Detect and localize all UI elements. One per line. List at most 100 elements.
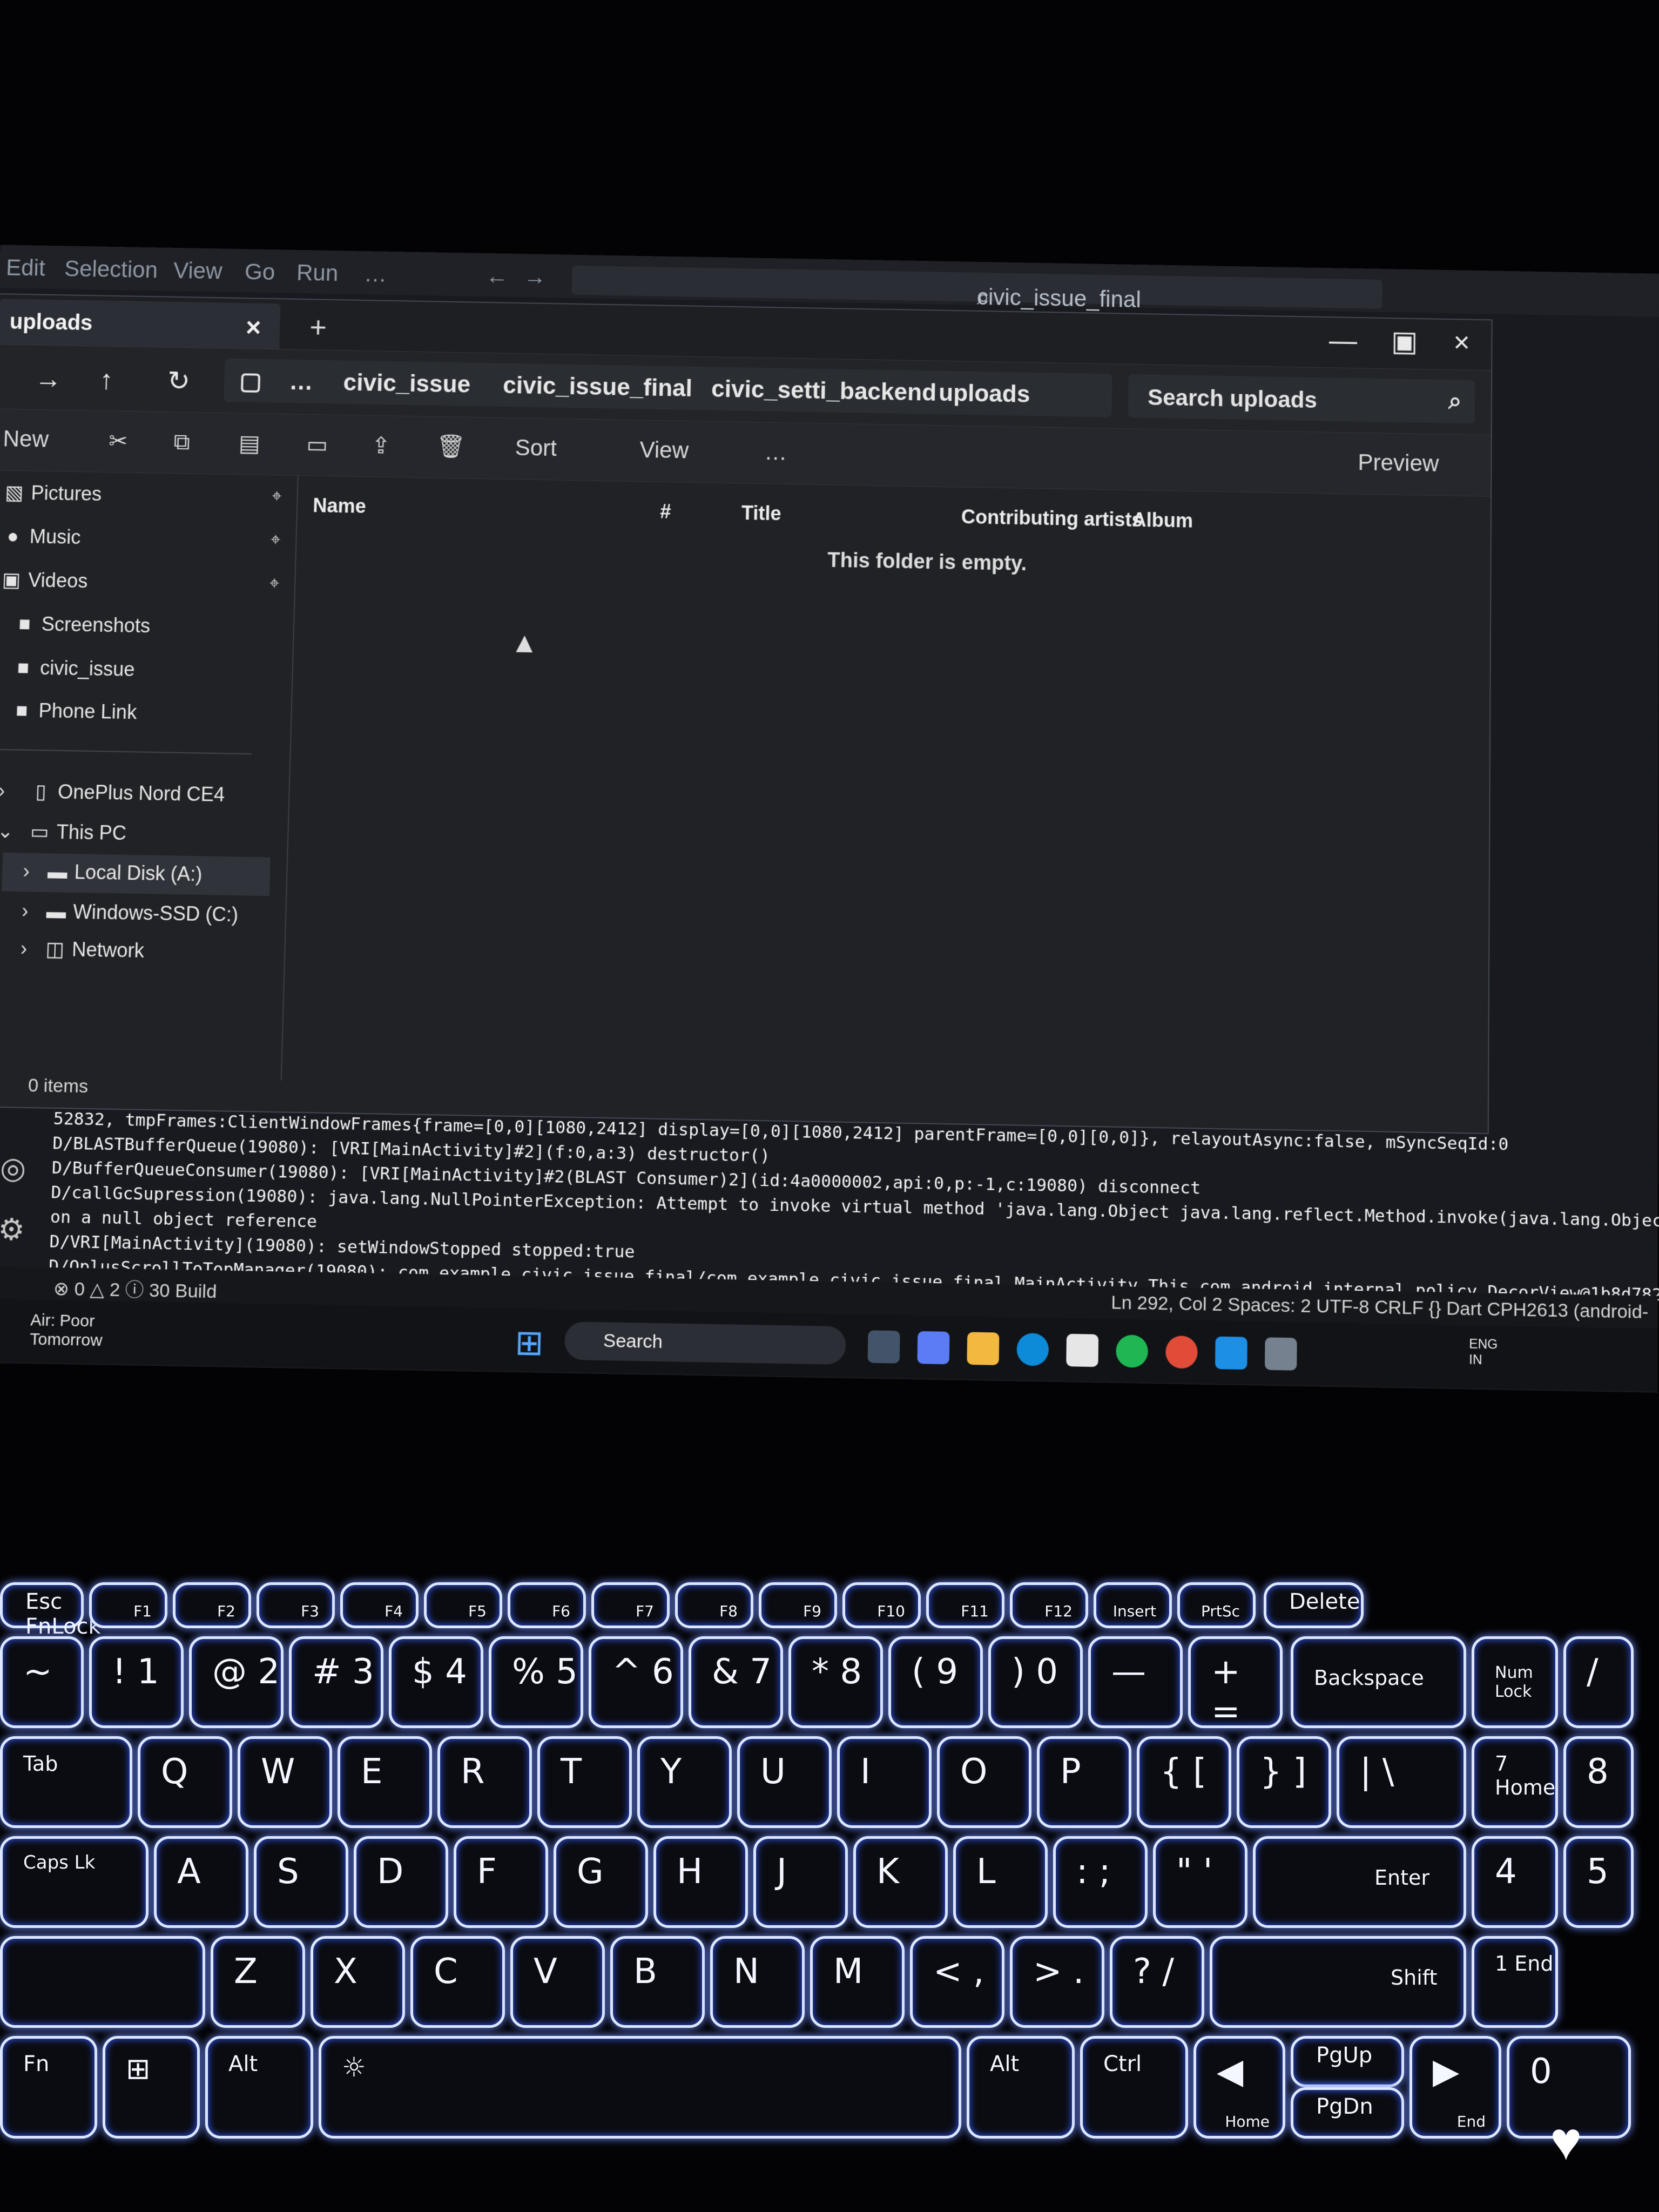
key-num-8[interactable]: 8 xyxy=(1563,1736,1634,1828)
task-view-icon[interactable] xyxy=(867,1330,900,1364)
key-left-arrow[interactable]: ◀ Home xyxy=(1193,2036,1285,2139)
key-divide[interactable]: / xyxy=(1563,1636,1634,1728)
sidebar-item-network[interactable]: ◫ Network xyxy=(43,938,145,970)
key-left-shift[interactable] xyxy=(0,1936,205,2028)
key-f3[interactable]: F3 xyxy=(257,1582,335,1628)
sidebar-item-this-pc[interactable]: ▭ This PC xyxy=(28,820,127,852)
windows-start-icon[interactable]: ⊞ xyxy=(515,1321,544,1363)
column-contributing-artists[interactable]: Contributing artists xyxy=(961,505,1143,531)
key-windows[interactable]: ⊞ xyxy=(103,2036,200,2139)
key-9[interactable]: ( 9 xyxy=(888,1636,983,1728)
menu-more[interactable]: … xyxy=(364,261,387,287)
key-num-1[interactable]: 1 End xyxy=(1472,1936,1558,2028)
key-l[interactable]: L xyxy=(953,1836,1048,1928)
key-v[interactable]: V xyxy=(510,1936,605,2028)
key-h[interactable]: H xyxy=(653,1836,748,1928)
maximize-icon[interactable]: ▣ xyxy=(1391,325,1418,358)
sort-button[interactable]: Sort xyxy=(515,435,557,462)
key-f9[interactable]: F9 xyxy=(759,1582,837,1628)
key-j[interactable]: J xyxy=(753,1836,848,1928)
key-5[interactable]: % 5 xyxy=(489,1636,583,1728)
key-tab[interactable]: Tab xyxy=(0,1736,132,1828)
key-f8[interactable]: F8 xyxy=(675,1582,753,1628)
settings-icon[interactable]: ⚙ xyxy=(0,1212,25,1247)
key-e[interactable]: E xyxy=(338,1736,432,1828)
taskbar-search[interactable]: Search xyxy=(564,1321,846,1365)
key-u[interactable]: U xyxy=(737,1736,832,1828)
key-a[interactable]: A xyxy=(154,1836,248,1928)
key-f10[interactable]: F10 xyxy=(842,1582,921,1628)
path-more[interactable]: … xyxy=(289,368,313,396)
sidebar-item-oneplus[interactable]: ▯ OnePlus Nord CE4 xyxy=(29,780,225,814)
preview-button[interactable]: Preview xyxy=(1358,449,1439,477)
key-q[interactable]: Q xyxy=(138,1736,232,1828)
sidebar-item-music[interactable]: ● Music xyxy=(1,524,81,556)
forward-icon[interactable]: → xyxy=(35,363,63,395)
key-delete[interactable]: Delete xyxy=(1264,1582,1364,1628)
account-icon[interactable]: ◎ xyxy=(0,1150,26,1186)
key-b[interactable]: B xyxy=(610,1936,705,2028)
key-m[interactable]: M xyxy=(810,1936,905,2028)
key-right-arrow[interactable]: ▶ End xyxy=(1410,2036,1501,2139)
sidebar-item-screenshots[interactable]: ■ Screenshots xyxy=(12,612,151,645)
close-window-icon[interactable]: × xyxy=(1453,326,1470,359)
sidebar-item-videos[interactable]: ▣ Videos xyxy=(0,568,88,600)
weather-widget[interactable]: Air: Poor Tomorrow xyxy=(30,1311,104,1350)
key-right-shift[interactable]: Shift xyxy=(1210,1936,1466,2028)
delete-icon[interactable]: 🗑 xyxy=(436,433,466,460)
menu-run[interactable]: Run xyxy=(296,260,339,286)
key-f6[interactable]: F6 xyxy=(508,1582,586,1628)
key-right-alt[interactable]: Alt xyxy=(967,2036,1075,2139)
key-equals[interactable]: + = xyxy=(1188,1636,1283,1732)
key-backspace[interactable]: Backspace xyxy=(1291,1636,1466,1728)
key-right-bracket[interactable]: } ] xyxy=(1237,1736,1331,1828)
paste-icon[interactable]: ▤ xyxy=(238,430,260,457)
forward-arrow-icon[interactable]: → xyxy=(523,264,547,290)
key-down-arrow[interactable]: PgDn xyxy=(1291,2087,1404,2139)
key-0[interactable]: ) 0 xyxy=(988,1636,1083,1728)
key-k[interactable]: K xyxy=(853,1836,948,1928)
key-2[interactable]: @ 2 xyxy=(189,1636,284,1728)
key-y[interactable]: Y xyxy=(637,1736,732,1828)
chevron-right-icon[interactable]: › xyxy=(23,860,30,883)
vscode-command-search[interactable]: ⌕ civic_issue_final xyxy=(571,265,1382,312)
key-o[interactable]: O xyxy=(937,1736,1031,1828)
key-semicolon[interactable]: : ; xyxy=(1053,1836,1148,1928)
key-f2[interactable]: F2 xyxy=(173,1582,251,1628)
key-x[interactable]: X xyxy=(311,1936,405,2028)
menu-view[interactable]: View xyxy=(173,258,222,285)
rename-icon[interactable]: ▭ xyxy=(306,431,328,458)
key-p[interactable]: P xyxy=(1037,1736,1131,1828)
key-z[interactable]: Z xyxy=(211,1936,305,2028)
menu-selection[interactable]: Selection xyxy=(64,255,158,283)
key-t[interactable]: T xyxy=(537,1736,632,1828)
refresh-icon[interactable]: ↻ xyxy=(167,365,191,397)
path-uploads[interactable]: uploads xyxy=(939,380,1030,408)
more-options-button[interactable]: … xyxy=(764,439,787,466)
up-icon[interactable]: ↑ xyxy=(99,364,114,396)
sidebar-item-phone-link[interactable]: ■ Phone Link xyxy=(10,699,137,732)
key-w[interactable]: W xyxy=(238,1736,332,1828)
key-f[interactable]: F xyxy=(454,1836,548,1928)
minimize-icon[interactable]: — xyxy=(1329,324,1358,357)
key-backslash[interactable]: | \ xyxy=(1337,1736,1466,1828)
file-explorer-icon[interactable] xyxy=(967,1332,1000,1365)
view-button[interactable]: View xyxy=(639,437,689,464)
copilot-icon[interactable] xyxy=(917,1331,950,1365)
key-slash[interactable]: ? / xyxy=(1110,1936,1204,2028)
key-tilde[interactable]: ~ xyxy=(0,1636,84,1728)
key-f12[interactable]: F12 xyxy=(1010,1582,1088,1628)
key-7[interactable]: & 7 xyxy=(689,1636,783,1728)
language-indicator[interactable]: ENG IN xyxy=(1469,1337,1498,1368)
key-r[interactable]: R xyxy=(437,1736,532,1828)
column-title[interactable]: Title xyxy=(741,502,781,525)
cut-icon[interactable]: ✂ xyxy=(108,427,129,454)
edge-icon[interactable] xyxy=(1016,1333,1049,1366)
key-num-7[interactable]: 7 Home xyxy=(1472,1736,1558,1828)
chevron-right-icon[interactable]: › xyxy=(20,937,28,960)
key-g[interactable]: G xyxy=(554,1836,648,1928)
close-tab-icon[interactable]: × xyxy=(245,313,261,343)
key-insert[interactable]: Insert xyxy=(1094,1582,1172,1628)
key-s[interactable]: S xyxy=(254,1836,348,1928)
key-1[interactable]: ! 1 xyxy=(89,1636,184,1728)
